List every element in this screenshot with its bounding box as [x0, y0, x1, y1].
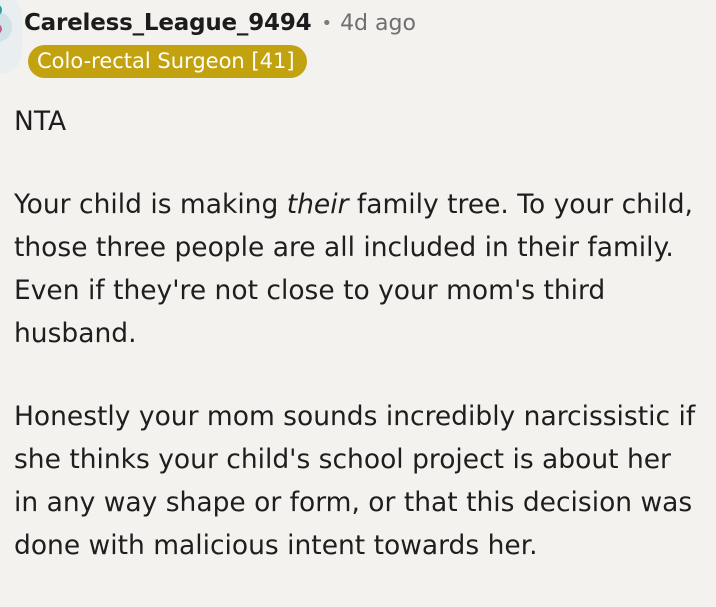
comment-line: Even if they're not close to your mom's … [14, 275, 606, 306]
comment-line: she thinks your child's school project i… [14, 444, 671, 475]
comment-paragraph: NTA [14, 100, 710, 143]
comment-line: done with malicious intent towards her. [14, 530, 538, 561]
comment-body: NTA Your child is making their family tr… [14, 100, 710, 607]
user-flair: Colo-rectal Surgeon [41] [28, 45, 307, 78]
comment-line: in any way shape or form, or that this d… [14, 487, 693, 518]
meta-separator: • [321, 12, 333, 34]
comment-text: family tree. To your child, [348, 189, 693, 220]
username-link[interactable]: Careless_League_9494 [24, 10, 312, 36]
comment-line: those three people are all included in t… [14, 232, 674, 263]
comment-line: NTA [14, 106, 67, 137]
comment-timestamp[interactable]: 4d ago [340, 11, 416, 36]
comment-line: husband. [14, 318, 137, 349]
comment-text: Your child is making [14, 189, 287, 220]
comment-paragraph: Your child is making their family tree. … [14, 183, 710, 355]
comment-line: Your child is making their family tree. … [14, 183, 710, 226]
comment-header: Careless_League_9494 • 4d ago [24, 6, 416, 40]
comment-paragraph: Honestly your mom sounds incredibly narc… [14, 395, 710, 567]
user-avatar[interactable] [0, 0, 22, 74]
emphasis-text: their [286, 189, 349, 220]
comment-line: Honestly your mom sounds incredibly narc… [14, 401, 696, 432]
